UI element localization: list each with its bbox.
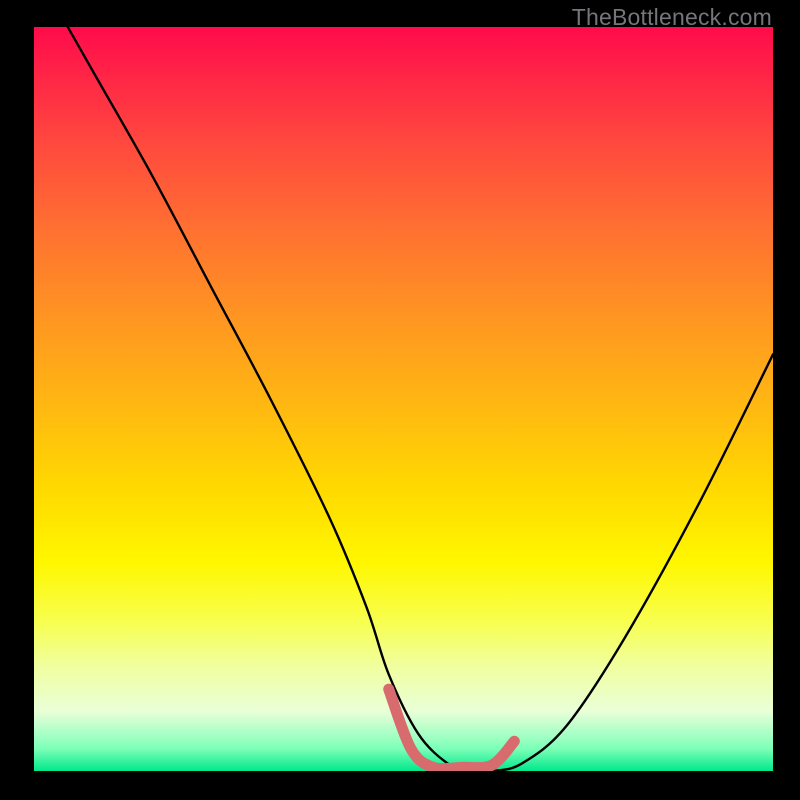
curve-layer bbox=[34, 27, 773, 771]
bottom-highlight bbox=[389, 689, 515, 769]
watermark-text: TheBottleneck.com bbox=[572, 4, 772, 31]
bottleneck-curve bbox=[34, 27, 773, 771]
plot-area bbox=[34, 27, 773, 771]
chart-frame: TheBottleneck.com bbox=[0, 0, 800, 800]
